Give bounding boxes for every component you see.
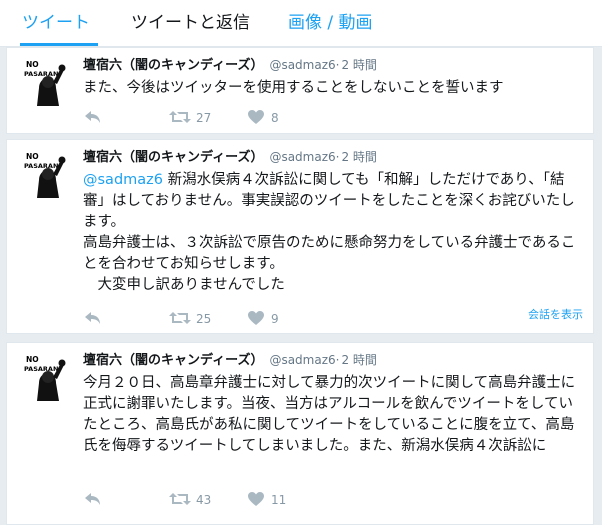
tweet-body: また、今後はツイッターを使用することをしないことを誓います: [83, 80, 504, 96]
avatar[interactable]: NO PASARAN: [23, 353, 71, 401]
like-count: 11: [271, 493, 287, 507]
separator: ·: [335, 353, 340, 367]
tweet[interactable]: NO PASARAN 壇宿六（闇のキャンディーズ） @sadmaz6· 2 時間 今…: [6, 342, 594, 525]
active-tab-indicator: [20, 43, 98, 46]
retweet-icon: [169, 493, 191, 505]
svg-text:NO: NO: [26, 152, 39, 161]
retweet-count: 25: [196, 312, 212, 326]
retweet-icon: [169, 111, 191, 123]
timestamp[interactable]: 2 時間: [341, 150, 376, 164]
avatar[interactable]: NO PASARAN: [23, 58, 71, 106]
tweet-text: @sadmaz6 新潟水俣病４次訴訟に関しても「和解」しただけであり、「結審」は…: [83, 170, 583, 296]
tweet-text: また、今後はツイッターを使用することをしないことを誓います: [83, 78, 583, 99]
svg-text:PASARAN: PASARAN: [24, 162, 58, 170]
avatar[interactable]: NO PASARAN: [23, 150, 71, 198]
heart-icon: [248, 492, 264, 506]
like-button[interactable]: 9: [247, 310, 279, 328]
username[interactable]: @sadmaz6: [269, 150, 335, 164]
retweet-count: 43: [196, 493, 212, 507]
tweet-header: 壇宿六（闇のキャンディーズ） @sadmaz6· 2 時間: [83, 351, 377, 370]
username[interactable]: @sadmaz6: [269, 58, 335, 72]
show-conversation-link[interactable]: 会話を表示: [528, 306, 583, 322]
separator: ·: [335, 150, 340, 164]
tweet-header: 壇宿六（闇のキャンディーズ） @sadmaz6· 2 時間: [83, 56, 377, 75]
tab-tweets[interactable]: ツイート: [22, 13, 90, 33]
reply-icon: [85, 312, 100, 324]
separator: ·: [335, 58, 340, 72]
reply-button[interactable]: [83, 109, 103, 127]
timestamp[interactable]: 2 時間: [341, 353, 376, 367]
tweet[interactable]: NO PASARAN 壇宿六（闇のキャンディーズ） @sadmaz6· 2 時間 ま…: [6, 47, 594, 134]
retweet-button[interactable]: 43: [169, 491, 211, 509]
mention-link[interactable]: @sadmaz6: [83, 172, 163, 188]
heart-icon: [248, 311, 264, 325]
svg-text:PASARAN: PASARAN: [24, 365, 58, 373]
retweet-count: 27: [196, 111, 212, 125]
retweet-icon: [169, 312, 191, 324]
avatar-text-pasaran: PASARAN: [24, 70, 58, 78]
tweet[interactable]: NO PASARAN 壇宿六（闇のキャンディーズ） @sadmaz6· 2 時間 @…: [6, 139, 594, 334]
tab-media[interactable]: 画像 / 動画: [288, 13, 373, 33]
heart-icon: [248, 110, 264, 124]
reply-icon: [85, 493, 100, 505]
tweet-body: 新潟水俣病４次訴訟に関しても「和解」しただけであり、「結審」はしておりません。事…: [83, 172, 576, 293]
reply-button[interactable]: [83, 310, 103, 328]
reply-button[interactable]: [83, 491, 103, 509]
display-name[interactable]: 壇宿六（闇のキャンディーズ）: [83, 58, 263, 73]
display-name[interactable]: 壇宿六（闇のキャンディーズ）: [83, 353, 263, 368]
like-count: 9: [271, 312, 279, 326]
like-count: 8: [271, 111, 279, 125]
retweet-button[interactable]: 25: [169, 310, 211, 328]
like-button[interactable]: 11: [247, 491, 286, 509]
like-button[interactable]: 8: [247, 109, 279, 127]
tweet-body: 今月２０日、高島章弁護士に対して暴力的次ツイートに関して高島弁護士に正式に謝罪い…: [83, 375, 576, 454]
timestamp[interactable]: 2 時間: [341, 58, 376, 72]
username[interactable]: @sadmaz6: [269, 353, 335, 367]
avatar-text-no: NO: [26, 60, 39, 69]
reply-icon: [85, 111, 100, 123]
profile-tabs: ツイート ツイートと返信 画像 / 動画: [0, 0, 602, 47]
tweet-text: 今月２０日、高島章弁護士に対して暴力的次ツイートに関して高島弁護士に正式に謝罪い…: [83, 373, 583, 457]
tweet-header: 壇宿六（闇のキャンディーズ） @sadmaz6· 2 時間: [83, 148, 377, 167]
display-name[interactable]: 壇宿六（闇のキャンディーズ）: [83, 150, 263, 165]
svg-text:NO: NO: [26, 355, 39, 364]
retweet-button[interactable]: 27: [169, 109, 211, 127]
tab-tweets-and-replies[interactable]: ツイートと返信: [131, 13, 250, 33]
